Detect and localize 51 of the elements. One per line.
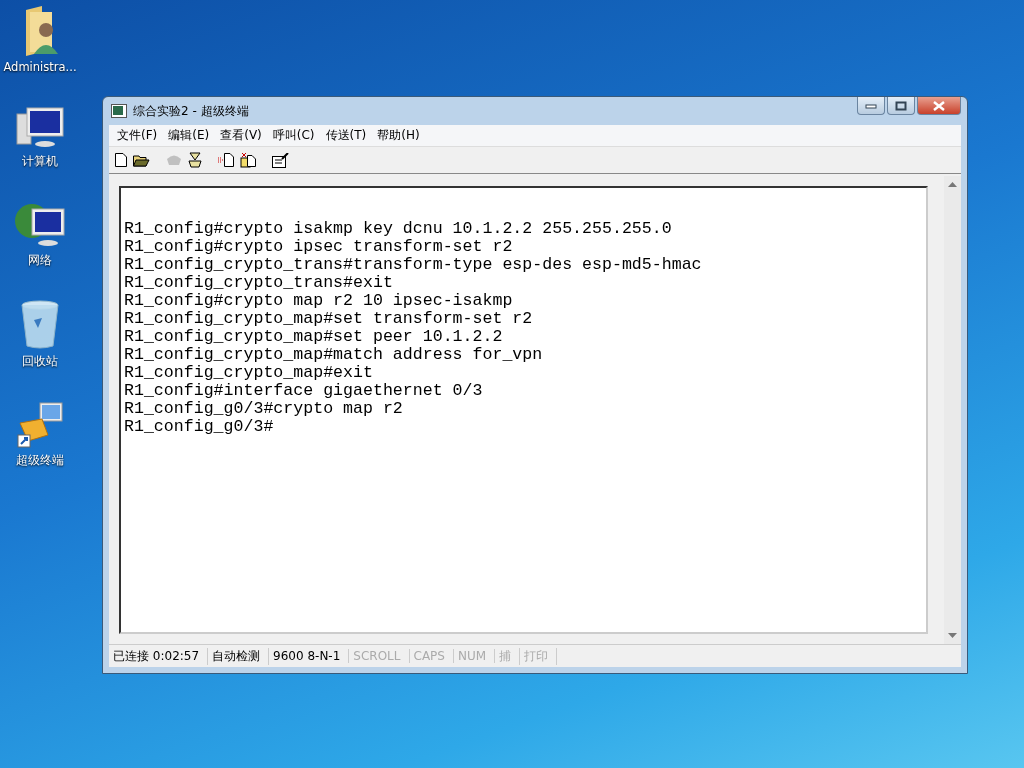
status-text: 已连接 0:02:57 [109,647,209,665]
properties-icon[interactable] [272,152,289,168]
status-text: 自动检测 [208,647,270,665]
maximize-icon [895,100,907,111]
window-title: 综合实验2 - 超级终端 [133,102,249,120]
terminal-line: R1_config_crypto_trans#transform-type esp-des esp-md5-hmac [124,256,703,274]
close-icon [932,100,946,111]
terminal-app-icon [111,104,127,118]
scroll-down-icon[interactable] [948,633,957,638]
menu-item[interactable]: 文件(F) [113,127,165,144]
terminal-line: R1_config_crypto_map#exit [124,364,374,382]
menu-item[interactable]: 帮助(H) [373,127,427,144]
status-text: 捕 [495,647,521,665]
terminal-screen[interactable] [119,186,928,634]
status-text: NUM [453,649,496,663]
desktop-icon-label[interactable]: 计算机 [22,154,58,169]
terminal-line: R1_config_crypto_map#set transform-set r2 [124,310,534,328]
phone-computer-icon[interactable] [16,401,64,449]
scroll-up-icon[interactable] [948,182,957,187]
status-text: SCROLL [349,649,410,663]
terminal-line: R1_config#crypto isakmp key dcnu 10.1.2.2 255.255.255.0 [124,220,673,238]
network-icon[interactable] [14,201,66,249]
open-folder-icon[interactable] [133,153,150,167]
terminal-line: R1_config_crypto_map#set peer 10.1.2.2 [124,328,504,346]
status-text: 9600 8-N-1 [269,649,350,663]
send-file-icon[interactable] [218,153,234,167]
desktop-icon-label[interactable]: 回收站 [22,354,58,369]
vertical-scrollbar[interactable] [944,176,961,644]
desktop-icon-label[interactable]: 超级终端 [16,453,64,468]
terminal-line: R1_config_crypto_trans#exit [124,274,394,292]
menu-item[interactable]: 编辑(E) [164,127,217,144]
status-text: CAPS [409,649,454,663]
terminal-line: R1_config_crypto_map#match address for_vpn [124,346,544,364]
terminal-line: R1_config#crypto ipsec transform-set r2 [124,238,514,256]
menu-item[interactable]: 呼叫(C) [268,127,322,144]
status-text: 打印 [520,647,558,665]
close-button[interactable] [917,97,961,115]
menu-item[interactable]: 传送(T) [321,127,374,144]
desktop-icon-label[interactable]: Administra... [3,60,77,74]
terminal-line: R1_config_g0/3# [124,418,275,436]
computer-icon[interactable] [15,106,65,150]
minimize-icon [865,102,877,109]
menu-item[interactable]: 查看(V) [216,127,269,144]
desktop-icon-label[interactable]: 网络 [28,253,52,268]
terminal-line: R1_config_g0/3#crypto map r2 [124,400,404,418]
recycle-bin-icon[interactable] [20,300,60,350]
terminal-line: R1_config#crypto map r2 10 ipsec-isakmp [124,292,514,310]
maximize-button[interactable] [887,97,915,115]
receive-file-icon[interactable] [240,152,256,168]
terminal-line: R1_config#interface gigaethernet 0/3 [124,382,484,400]
new-file-icon[interactable] [115,153,127,167]
